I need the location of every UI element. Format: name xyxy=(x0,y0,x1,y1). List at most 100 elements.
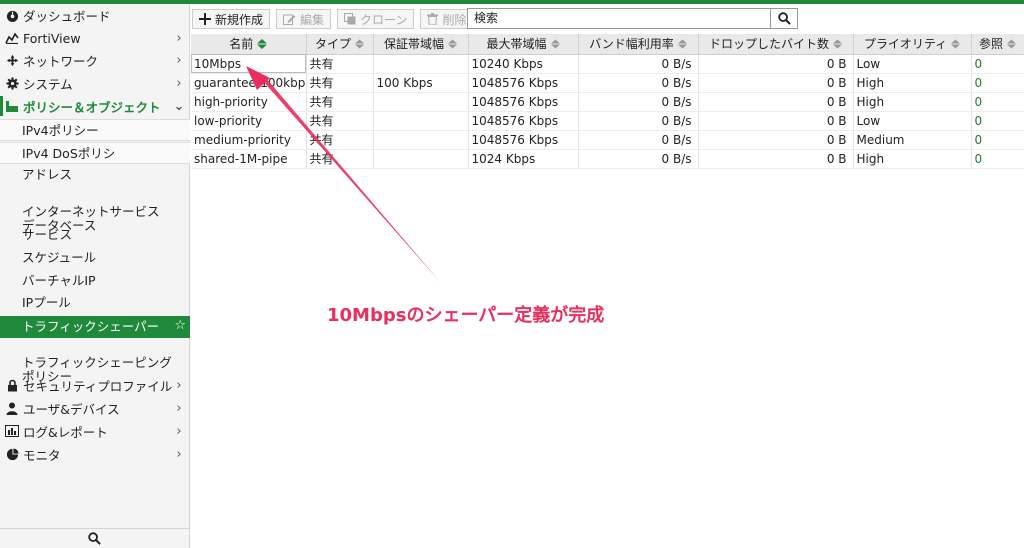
sidebar-item-label: ログ&レポート xyxy=(23,424,108,440)
sort-icon xyxy=(951,38,961,52)
cell-references[interactable]: 0 xyxy=(971,130,1024,150)
annotation-callout: 10Mbpsのシェーパー定義が完成 xyxy=(327,305,605,326)
new-button-label: 新規作成 xyxy=(215,12,264,27)
column-header-dropped-bytes[interactable]: ドロップしたバイト数 xyxy=(698,34,854,55)
sidebar-item-label: ネットワーク xyxy=(23,53,99,69)
sidebar-subitem-address[interactable]: アドレス xyxy=(0,168,190,186)
cell-max-bandwidth: 10240 Kbps xyxy=(468,54,579,74)
column-header-name[interactable]: 名前 xyxy=(191,34,307,55)
clone-button-label: クローン xyxy=(360,12,408,27)
column-header-priority[interactable]: プライオリティ xyxy=(853,34,972,55)
star-icon[interactable]: ☆ xyxy=(174,319,186,333)
table-row[interactable]: guarantee-100kbps 共有 100 Kbps 1048576 Kb… xyxy=(191,73,1024,93)
cell-guaranteed-bandwidth: 100 Kbps xyxy=(373,73,469,93)
clone-icon xyxy=(344,13,356,25)
sidebar-item-network[interactable]: ネットワーク › xyxy=(0,51,190,69)
edit-icon xyxy=(283,13,296,25)
sidebar-item-monitor[interactable]: モニタ › xyxy=(0,445,190,463)
sidebar: ダッシュボード FortiView › ネットワーク › システム › ポリシー… xyxy=(0,4,190,548)
delete-button[interactable]: 削除 xyxy=(420,9,474,29)
edit-button-label: 編集 xyxy=(300,12,325,27)
cell-priority: High xyxy=(853,73,972,93)
edit-button[interactable]: 編集 xyxy=(276,9,332,29)
table-row[interactable]: 10Mbps 共有 10240 Kbps 0 B/s 0 B Low 0 xyxy=(191,54,1024,74)
sidebar-search-button[interactable] xyxy=(0,528,189,548)
sidebar-subitem-traffic-shaping-policy[interactable]: トラフィックシェーピング ポリシー xyxy=(0,342,190,384)
cell-name: high-priority xyxy=(191,92,307,112)
chevron-right-icon: › xyxy=(176,400,182,416)
sidebar-item-fortiview[interactable]: FortiView › xyxy=(0,29,190,47)
sidebar-subitem-label: スケジュール xyxy=(22,250,97,265)
toolbar: 新規作成 編集 クローン 削除 xyxy=(192,8,479,30)
cell-priority: High xyxy=(853,149,972,169)
cell-bandwidth-utilization: 0 B/s xyxy=(578,111,699,131)
cell-dropped-bytes: 0 B xyxy=(698,73,854,93)
sidebar-subitem-virtual-ip[interactable]: バーチャルIP xyxy=(0,274,190,292)
sort-ascending-icon xyxy=(257,38,268,52)
cell-name: shared-1M-pipe xyxy=(191,149,307,169)
cell-references[interactable]: 0 xyxy=(971,111,1024,131)
sidebar-item-log-report[interactable]: ログ&レポート › xyxy=(0,422,190,440)
search-input[interactable]: 検索 xyxy=(467,8,771,29)
sidebar-item-dashboard[interactable]: ダッシュボード xyxy=(0,6,190,24)
sidebar-subitem-label: IPv4 DoSポリシ xyxy=(22,146,116,161)
sidebar-subitem-label: トラフィックシェーパー xyxy=(22,319,160,334)
cell-type: 共有 xyxy=(306,149,374,169)
chevron-right-icon: › xyxy=(176,52,182,68)
column-header-max-bandwidth[interactable]: 最大帯域幅 xyxy=(468,34,579,55)
cell-type: 共有 xyxy=(306,54,374,74)
sidebar-subitem-ip-pool[interactable]: IPプール xyxy=(0,296,190,314)
search-button[interactable] xyxy=(770,8,798,29)
column-header-type[interactable]: タイプ xyxy=(306,34,374,55)
column-header-references[interactable]: 参照 xyxy=(971,34,1024,55)
cell-references[interactable]: 0 xyxy=(971,92,1024,112)
cell-name: 10Mbps xyxy=(191,54,307,74)
column-header-guaranteed-bandwidth[interactable]: 保証帯域幅 xyxy=(373,34,469,55)
cell-max-bandwidth: 1048576 Kbps xyxy=(468,73,579,93)
sidebar-item-system[interactable]: システム › xyxy=(0,74,190,92)
sidebar-subitem-schedules[interactable]: スケジュール xyxy=(0,251,190,269)
cell-bandwidth-utilization: 0 B/s xyxy=(578,54,699,74)
chart-icon xyxy=(5,31,19,45)
lock-icon xyxy=(5,378,19,392)
sort-icon xyxy=(833,38,842,52)
dashboard-icon xyxy=(5,8,19,22)
chevron-right-icon: › xyxy=(176,75,182,91)
table-row[interactable]: medium-priority 共有 1048576 Kbps 0 B/s 0 … xyxy=(191,130,1024,150)
search-icon xyxy=(88,532,101,545)
sidebar-subitem-ipv4-policy[interactable]: IPv4ポリシー xyxy=(0,119,190,141)
cell-name: guarantee-100kbps xyxy=(191,73,307,93)
sidebar-subitem-label: サービス xyxy=(22,227,73,242)
sidebar-subitem-traffic-shaper[interactable]: トラフィックシェーパー ☆ xyxy=(0,316,190,338)
pie-chart-icon xyxy=(5,447,19,461)
sidebar-subitem-internet-service-db[interactable]: インターネットサービス データベース xyxy=(0,191,190,233)
cell-references[interactable]: 0 xyxy=(971,149,1024,169)
cell-priority: Low xyxy=(853,111,972,131)
cell-references[interactable]: 0 xyxy=(971,73,1024,93)
clone-button[interactable]: クローン xyxy=(337,9,415,29)
sort-icon xyxy=(1007,38,1016,52)
sidebar-subitem-services[interactable]: サービス xyxy=(0,228,190,246)
plus-icon xyxy=(199,13,211,25)
sidebar-item-security-profiles[interactable]: セキュリティプロファイル › xyxy=(0,376,190,394)
sidebar-item-policy-objects[interactable]: ポリシー＆オブジェクト ⌄ xyxy=(0,96,190,116)
sort-icon xyxy=(677,38,687,52)
sidebar-item-label: システム xyxy=(23,76,73,92)
sidebar-item-user-device[interactable]: ユーザ&デバイス › xyxy=(0,399,190,417)
new-button[interactable]: 新規作成 xyxy=(192,9,271,29)
sidebar-subitem-label: バーチャルIP xyxy=(22,273,96,288)
column-header-bandwidth-utilization[interactable]: バンド幅利用率 xyxy=(578,34,699,55)
cell-dropped-bytes: 0 B xyxy=(698,149,854,169)
chevron-right-icon: › xyxy=(176,377,182,393)
cell-name: low-priority xyxy=(191,111,307,131)
cell-references[interactable]: 0 xyxy=(971,54,1024,74)
table-row[interactable]: shared-1M-pipe 共有 1024 Kbps 0 B/s 0 B Hi… xyxy=(191,149,1024,169)
sidebar-subitem-ipv4-dos-policy[interactable]: IPv4 DoSポリシ xyxy=(0,142,190,164)
table-row[interactable]: high-priority 共有 1048576 Kbps 0 B/s 0 B … xyxy=(191,92,1024,112)
gear-icon xyxy=(5,76,19,90)
user-icon xyxy=(5,401,19,415)
cell-type: 共有 xyxy=(306,92,374,112)
chevron-right-icon: › xyxy=(176,446,182,462)
cell-guaranteed-bandwidth xyxy=(373,111,469,131)
table-row[interactable]: low-priority 共有 1048576 Kbps 0 B/s 0 B L… xyxy=(191,111,1024,131)
